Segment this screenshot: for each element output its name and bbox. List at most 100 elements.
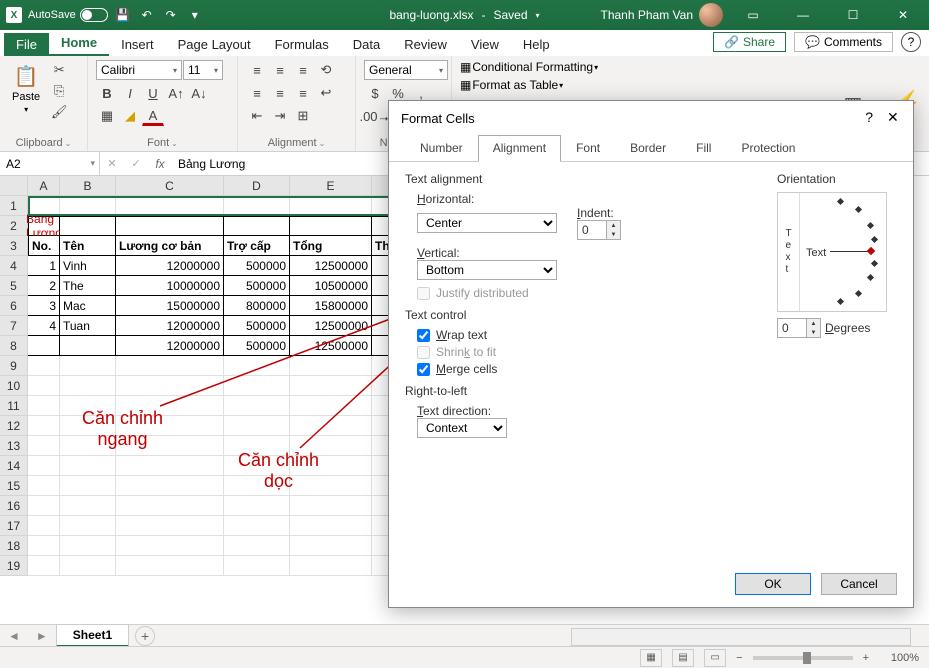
cell[interactable]	[290, 496, 372, 516]
new-sheet-button[interactable]: +	[135, 626, 155, 646]
cell[interactable]	[60, 356, 116, 376]
share-button[interactable]: 🔗 Share	[713, 32, 786, 52]
cell[interactable]	[60, 196, 116, 216]
row-header[interactable]: 3	[0, 236, 28, 256]
copy-icon[interactable]: ⎘	[48, 81, 70, 101]
underline-button[interactable]: U	[142, 83, 164, 103]
dialog-close-icon[interactable]: ✕	[887, 109, 903, 125]
tab-insert[interactable]: Insert	[109, 33, 166, 56]
saved-dropdown[interactable]: ▾	[536, 11, 540, 20]
vertical-select[interactable]: Bottom	[417, 260, 557, 280]
normal-view-icon[interactable]: ▦	[640, 649, 662, 667]
wrap-text-checkbox[interactable]	[417, 329, 430, 342]
cell[interactable]	[116, 196, 224, 216]
align-top-icon[interactable]: ≡	[246, 60, 268, 80]
cell[interactable]	[116, 456, 224, 476]
bold-button[interactable]: B	[96, 83, 118, 103]
cell[interactable]	[290, 536, 372, 556]
row-header[interactable]: 19	[0, 556, 28, 576]
sheet-tab[interactable]: Sheet1	[56, 624, 129, 647]
cell[interactable]	[60, 216, 116, 236]
fx-icon[interactable]: fx	[148, 152, 172, 175]
tab-data[interactable]: Data	[341, 33, 392, 56]
row-header[interactable]: 1	[0, 196, 28, 216]
cell[interactable]	[28, 356, 60, 376]
row-header[interactable]: 16	[0, 496, 28, 516]
cell[interactable]	[224, 496, 290, 516]
orientation-dial[interactable]: Text	[800, 193, 886, 311]
tab-view[interactable]: View	[459, 33, 511, 56]
cell[interactable]	[290, 456, 372, 476]
row-header[interactable]: 15	[0, 476, 28, 496]
cell[interactable]	[28, 336, 60, 356]
zoom-pct[interactable]: 100%	[879, 652, 919, 664]
cell[interactable]: Bảng Lương	[28, 216, 60, 236]
zoom-in-icon[interactable]: +	[863, 652, 869, 664]
dialog-tab-alignment[interactable]: Alignment	[478, 135, 561, 162]
format-as-table-button[interactable]: ▦ Format as Table ▾	[460, 78, 624, 92]
cell[interactable]: 500000	[224, 276, 290, 296]
cell[interactable]: Lương cơ bản	[116, 236, 224, 256]
cell[interactable]	[116, 496, 224, 516]
tab-nav-prev-icon[interactable]: ◄	[0, 629, 28, 643]
cell[interactable]	[290, 416, 372, 436]
cell[interactable]	[224, 516, 290, 536]
tab-page-layout[interactable]: Page Layout	[166, 33, 263, 56]
indent-spinner[interactable]: 0 ▲▼	[577, 220, 621, 240]
format-painter-icon[interactable]: 🖌	[48, 102, 70, 122]
horizontal-scrollbar[interactable]	[571, 628, 911, 646]
help-icon[interactable]: ?	[901, 32, 921, 52]
currency-icon[interactable]: $	[364, 83, 386, 103]
cell[interactable]	[28, 476, 60, 496]
merge-cells-checkbox[interactable]	[417, 363, 430, 376]
autosave-toggle[interactable]: AutoSave	[28, 8, 108, 22]
cell[interactable]: 2	[28, 276, 60, 296]
cell[interactable]	[116, 516, 224, 536]
cut-icon[interactable]: ✂	[48, 60, 70, 80]
cell[interactable]	[28, 396, 60, 416]
dialog-tab-number[interactable]: Number	[405, 135, 478, 161]
paste-button[interactable]: 📋 Paste ▾	[8, 60, 44, 135]
tab-review[interactable]: Review	[392, 33, 459, 56]
cell[interactable]: 500000	[224, 256, 290, 276]
row-header[interactable]: 13	[0, 436, 28, 456]
horizontal-select[interactable]: Center	[417, 213, 557, 233]
cell[interactable]: 3	[28, 296, 60, 316]
cell[interactable]	[116, 436, 224, 456]
cell[interactable]: Tổng	[290, 236, 372, 256]
cell[interactable]	[116, 356, 224, 376]
cell[interactable]	[28, 556, 60, 576]
col-header[interactable]: A	[28, 176, 60, 196]
cell[interactable]	[116, 396, 224, 416]
cell[interactable]	[60, 456, 116, 476]
minimize-icon[interactable]: —	[783, 0, 823, 30]
cell[interactable]: No.	[28, 236, 60, 256]
autosave-switch-off[interactable]	[80, 8, 108, 22]
conditional-formatting-button[interactable]: ▦ Conditional Formatting ▾	[460, 60, 624, 74]
cancel-icon[interactable]: ✕	[100, 152, 124, 175]
tab-nav-next-icon[interactable]: ►	[28, 629, 56, 643]
cell[interactable]	[116, 416, 224, 436]
cell[interactable]	[290, 476, 372, 496]
row-header[interactable]: 7	[0, 316, 28, 336]
cell[interactable]	[224, 216, 290, 236]
cell[interactable]	[28, 516, 60, 536]
comments-button[interactable]: 💬 Comments	[794, 32, 893, 52]
cell[interactable]: 12000000	[116, 316, 224, 336]
font-size-combo[interactable]: 11▾	[183, 60, 223, 80]
dialog-tab-fill[interactable]: Fill	[681, 135, 726, 161]
cell[interactable]: 10500000	[290, 276, 372, 296]
row-header[interactable]: 8	[0, 336, 28, 356]
page-break-view-icon[interactable]: ▭	[704, 649, 726, 667]
zoom-out-icon[interactable]: −	[736, 652, 742, 664]
cell[interactable]	[290, 516, 372, 536]
cell[interactable]	[116, 536, 224, 556]
cell[interactable]	[28, 456, 60, 476]
row-header[interactable]: 11	[0, 396, 28, 416]
number-format-combo[interactable]: General▾	[364, 60, 448, 80]
align-middle-icon[interactable]: ≡	[269, 60, 291, 80]
close-window-icon[interactable]: ✕	[883, 0, 923, 30]
row-header[interactable]: 5	[0, 276, 28, 296]
row-header[interactable]: 4	[0, 256, 28, 276]
cell[interactable]	[224, 356, 290, 376]
